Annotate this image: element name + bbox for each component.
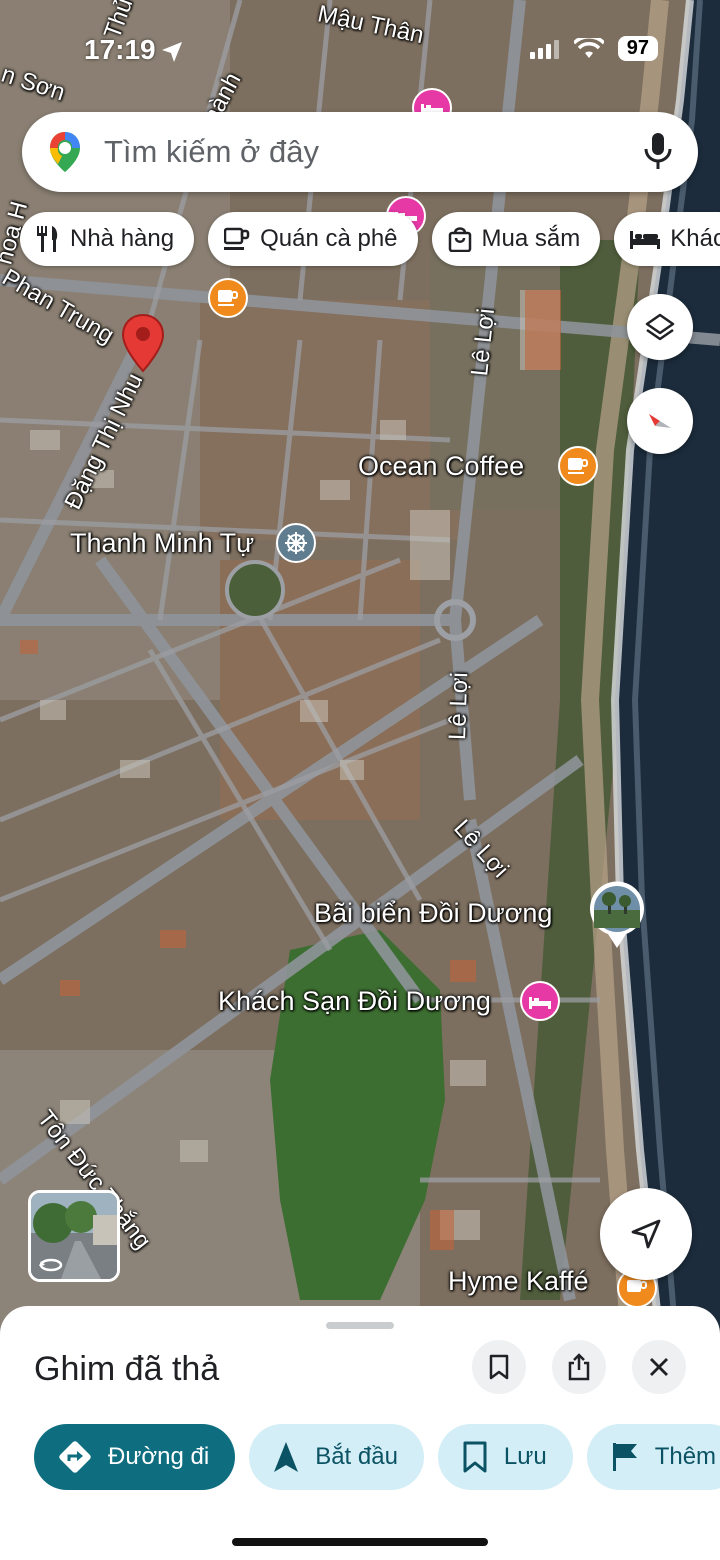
road-label: Lê Lợi: [444, 671, 474, 741]
dharma-wheel-icon: [285, 532, 307, 554]
category-chips: Nhà hàng Quán cà phê Mua sắm Khác: [20, 212, 720, 266]
drag-handle[interactable]: [326, 1322, 394, 1329]
action-label: Bắt đầu: [315, 1443, 398, 1470]
place-label-thanh-minh-tu[interactable]: Thanh Minh Tự: [70, 528, 254, 559]
street-view-thumbnail[interactable]: [28, 1190, 120, 1282]
bookmark-icon: [463, 1441, 487, 1473]
battery-level: 97: [617, 36, 658, 61]
close-button[interactable]: [632, 1340, 686, 1394]
chip-label: Quán cà phê: [260, 225, 398, 252]
search-input[interactable]: Tìm kiếm ở đây: [104, 134, 644, 170]
coffee-cup-icon: [218, 290, 238, 306]
navigation-start-icon: [274, 1442, 299, 1472]
location-arrow-icon: [162, 42, 182, 62]
shopping-bag-icon: [448, 227, 471, 252]
temple-marker[interactable]: [276, 523, 316, 563]
bookmark-icon: [489, 1354, 509, 1380]
google-maps-logo-icon: [50, 132, 80, 172]
rotate-360-icon: [39, 1258, 63, 1272]
coffee-cup-icon: [627, 1280, 647, 1292]
fork-knife-icon: [37, 226, 58, 252]
photo-pin-icon: [590, 881, 644, 948]
cafe-marker[interactable]: [208, 278, 248, 318]
share-icon: [568, 1353, 590, 1381]
search-bar[interactable]: Tìm kiếm ở đây: [22, 112, 698, 192]
chip-cafes[interactable]: Quán cà phê: [208, 212, 418, 266]
dropped-pin-icon[interactable]: [121, 313, 165, 373]
hotel-marker[interactable]: [520, 981, 560, 1021]
microphone-icon[interactable]: [644, 133, 672, 171]
chip-restaurants[interactable]: Nhà hàng: [20, 212, 195, 266]
chip-hotels[interactable]: Khác: [614, 212, 720, 266]
my-location-button[interactable]: [600, 1188, 692, 1280]
compass-button[interactable]: [627, 388, 693, 454]
add-button[interactable]: Thêm: [586, 1424, 720, 1490]
satellite-map[interactable]: Mậu Thân n Sơn hành Thủ hoa H Phan Trung…: [0, 0, 720, 1340]
status-indicators: 97: [529, 36, 658, 61]
cafe-marker[interactable]: [558, 446, 598, 486]
place-label-hyme-kaffe[interactable]: Hyme Kaffé: [448, 1266, 589, 1297]
action-label: Thêm: [654, 1443, 717, 1470]
navigation-arrow-icon: [631, 1219, 661, 1249]
beach-photo-marker[interactable]: [588, 880, 646, 950]
compass-icon: [649, 414, 671, 428]
flag-icon: [612, 1443, 637, 1471]
directions-button[interactable]: Đường đi: [34, 1424, 236, 1490]
layers-icon: [645, 313, 675, 341]
action-label: Đường đi: [108, 1443, 210, 1470]
action-label: Lưu: [503, 1443, 547, 1470]
cellular-signal-icon: [529, 39, 559, 59]
start-button[interactable]: Bắt đầu: [249, 1424, 424, 1490]
chip-label: Khác: [670, 225, 720, 252]
wifi-icon: [573, 37, 604, 58]
save-icon-button[interactable]: [472, 1340, 526, 1394]
place-label-ocean-coffee[interactable]: Ocean Coffee: [358, 451, 524, 482]
bottom-sheet[interactable]: Ghim đã thả Đường đi Bắt đầu Lưu Thêm: [0, 1306, 720, 1560]
coffee-cup-icon: [224, 227, 250, 250]
save-button[interactable]: Lưu: [437, 1424, 573, 1490]
share-button[interactable]: [552, 1340, 606, 1394]
chip-label: Nhà hàng: [70, 225, 175, 252]
chip-shopping[interactable]: Mua sắm: [431, 212, 601, 266]
close-icon: [650, 1358, 668, 1376]
map-imagery: [0, 0, 720, 1340]
place-label-khach-san[interactable]: Khách Sạn Đồi Dương: [218, 986, 491, 1017]
place-label-bai-bien[interactable]: Bãi biển Đồi Dương: [314, 898, 552, 929]
sheet-title: Ghim đã thả: [34, 1350, 220, 1388]
coffee-cup-icon: [568, 458, 588, 474]
bed-icon: [630, 231, 661, 249]
action-row: Đường đi Bắt đầu Lưu Thêm: [34, 1424, 720, 1490]
bed-icon: [529, 997, 551, 1009]
layers-button[interactable]: [627, 294, 693, 360]
home-indicator: [232, 1538, 488, 1546]
directions-icon: [59, 1441, 91, 1473]
chip-label: Mua sắm: [481, 225, 581, 252]
status-time: 17:19: [84, 34, 156, 65]
